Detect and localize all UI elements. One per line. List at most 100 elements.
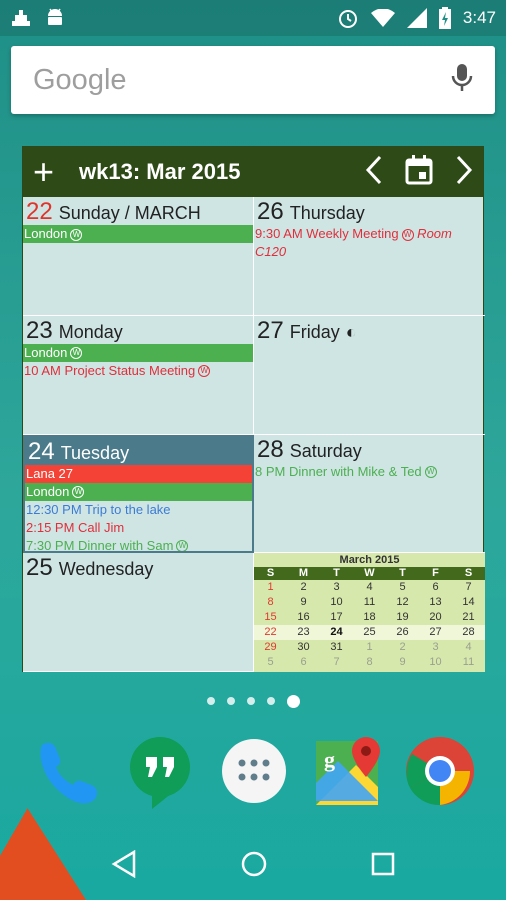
event-item[interactable]: London W — [23, 343, 253, 362]
google-search-bar[interactable]: Google — [11, 46, 495, 114]
recurring-icon: W — [198, 365, 211, 378]
event-item[interactable]: 10 AM Project Status Meeting W — [23, 362, 253, 380]
status-bar: 3:47 — [0, 0, 506, 36]
maps-icon[interactable]: g — [310, 733, 390, 813]
day-cell[interactable]: 27 Friday ◐ — [254, 316, 485, 435]
mini-month-day[interactable]: 25 — [353, 625, 386, 641]
day-number: 23 — [26, 316, 53, 344]
mini-month-day[interactable]: 17 — [320, 610, 353, 625]
mini-month-day[interactable]: 24 — [320, 625, 353, 641]
day-header: 24 Tuesday — [25, 436, 252, 465]
mini-month-day[interactable]: 27 — [419, 625, 452, 641]
event-title: 12:30 PM Trip to the lake — [26, 501, 171, 517]
mini-month-day[interactable]: 16 — [287, 610, 320, 625]
calendar-today-icon[interactable] — [405, 154, 433, 190]
day-cell[interactable]: 24 Tuesday Lana 27 London W 12:30 PM Trip to … — [23, 434, 254, 554]
page-indicator — [0, 695, 506, 708]
mini-month-day[interactable]: 14 — [452, 595, 485, 610]
event-item[interactable]: 7:30 PM Dinner with Sam W — [25, 537, 252, 553]
mini-month-day[interactable]: 3 — [320, 580, 353, 595]
mini-month-calendar[interactable]: March 2015 S M T W T F S 1 2 3 4 5 6 7 8 9 10 11 12 13 14 15 16… — [254, 553, 485, 672]
day-cell[interactable]: 25 Wednesday — [23, 553, 254, 672]
mini-month-day[interactable]: 31 — [320, 640, 353, 655]
recents-icon[interactable] — [371, 852, 395, 881]
event-title: 7:30 PM Dinner with Sam — [26, 537, 174, 553]
mini-month-day[interactable]: 26 — [386, 625, 419, 641]
moon-phase-icon: ◐ — [345, 321, 357, 342]
day-cell[interactable]: 26 Thursday 9:30 AM Weekly Meeting W Room C… — [254, 197, 485, 316]
day-number: 28 — [257, 435, 284, 463]
event-item[interactable]: London W — [23, 225, 253, 243]
mini-month-day[interactable]: 30 — [287, 640, 320, 655]
event-item[interactable]: 12:30 PM Trip to the lake — [25, 501, 252, 519]
mini-month-day[interactable]: 4 — [452, 640, 485, 655]
mini-month-day[interactable]: 1 — [254, 580, 287, 595]
mini-month-day[interactable]: 2 — [287, 580, 320, 595]
page-dot[interactable] — [206, 697, 215, 705]
event-item[interactable]: 9:30 AM Weekly Meeting W Room C120 — [254, 225, 485, 261]
mini-month-day[interactable]: 9 — [386, 655, 419, 670]
hangouts-icon[interactable] — [122, 733, 202, 813]
chevron-left-icon[interactable] — [365, 155, 383, 190]
wifi-icon — [370, 9, 395, 27]
mini-month-day[interactable]: 13 — [419, 595, 452, 610]
mini-month-day[interactable]: 8 — [353, 655, 386, 670]
day-cell[interactable]: 23 Monday London W 10 AM Project Status Meet… — [23, 315, 254, 435]
mini-month-day[interactable]: 22 — [254, 625, 287, 641]
page-dot[interactable] — [266, 697, 275, 705]
mini-month-day[interactable]: 5 — [386, 580, 419, 595]
home-icon[interactable] — [240, 850, 268, 883]
chevron-right-icon[interactable] — [455, 155, 473, 190]
mic-icon[interactable] — [451, 63, 473, 98]
chrome-icon[interactable] — [402, 733, 482, 813]
day-header: 26 Thursday — [254, 197, 485, 225]
battery-charging-icon — [438, 7, 451, 29]
mini-month-day[interactable]: 20 — [419, 610, 452, 625]
page-dot[interactable] — [226, 697, 235, 705]
event-item[interactable]: London W — [25, 482, 252, 501]
day-number: 27 — [257, 316, 284, 344]
mini-month-day[interactable]: 29 — [254, 640, 287, 655]
mini-month-day[interactable]: 6 — [419, 580, 452, 595]
mini-month-day[interactable]: 21 — [452, 610, 485, 625]
mini-month-day[interactable]: 6 — [287, 655, 320, 670]
mini-month-day[interactable]: 11 — [353, 595, 386, 610]
back-icon[interactable] — [111, 849, 137, 883]
mini-month-day[interactable]: 5 — [254, 655, 287, 670]
day-cell[interactable]: 22 Sunday / MARCH London W — [23, 197, 254, 316]
mini-month-day[interactable]: 12 — [386, 595, 419, 610]
google-logo: Google — [33, 63, 127, 96]
mini-month-day[interactable]: 9 — [287, 595, 320, 610]
weekday-label: T — [333, 567, 340, 580]
mini-month-day[interactable]: 3 — [419, 640, 452, 655]
mini-month-day[interactable]: 23 — [287, 625, 320, 641]
mini-month-day[interactable]: 10 — [320, 595, 353, 610]
mini-month-day[interactable]: 2 — [386, 640, 419, 655]
event-item[interactable]: 2:15 PM Call Jim — [25, 519, 252, 537]
mini-month-day[interactable]: 1 — [353, 640, 386, 655]
mini-month-day[interactable]: 28 — [452, 625, 485, 641]
mini-month-day[interactable]: 19 — [386, 610, 419, 625]
event-item[interactable]: 8 PM Dinner with Mike & Ted W — [254, 463, 485, 481]
week-title[interactable]: wk13: Mar 2015 — [79, 159, 240, 185]
mini-month-day[interactable]: 7 — [452, 580, 485, 595]
mini-month-day[interactable]: 18 — [353, 610, 386, 625]
calendar-widget: + wk13: Mar 2015 22 Sunday / MARCH London W… — [22, 146, 485, 672]
day-header: 22 Sunday / MARCH — [23, 197, 253, 225]
mini-month-day[interactable]: 11 — [452, 655, 485, 670]
page-dot[interactable] — [286, 695, 300, 708]
add-event-button[interactable]: + — [33, 154, 73, 190]
mini-month-day[interactable]: 15 — [254, 610, 287, 625]
day-header: 25 Wednesday — [23, 553, 253, 581]
mini-month-day[interactable]: 8 — [254, 595, 287, 610]
mini-month-day[interactable]: 10 — [419, 655, 452, 670]
event-title: London — [26, 483, 70, 499]
mini-month-day[interactable]: 7 — [320, 655, 353, 670]
event-item[interactable]: Lana 27 — [25, 464, 252, 483]
recurring-icon: W — [424, 466, 437, 479]
phone-icon[interactable] — [28, 733, 108, 813]
day-cell[interactable]: 28 Saturday 8 PM Dinner with Mike & Ted W — [254, 435, 485, 554]
page-dot[interactable] — [246, 697, 255, 705]
app-drawer-icon[interactable] — [216, 733, 296, 813]
mini-month-day[interactable]: 4 — [353, 580, 386, 595]
